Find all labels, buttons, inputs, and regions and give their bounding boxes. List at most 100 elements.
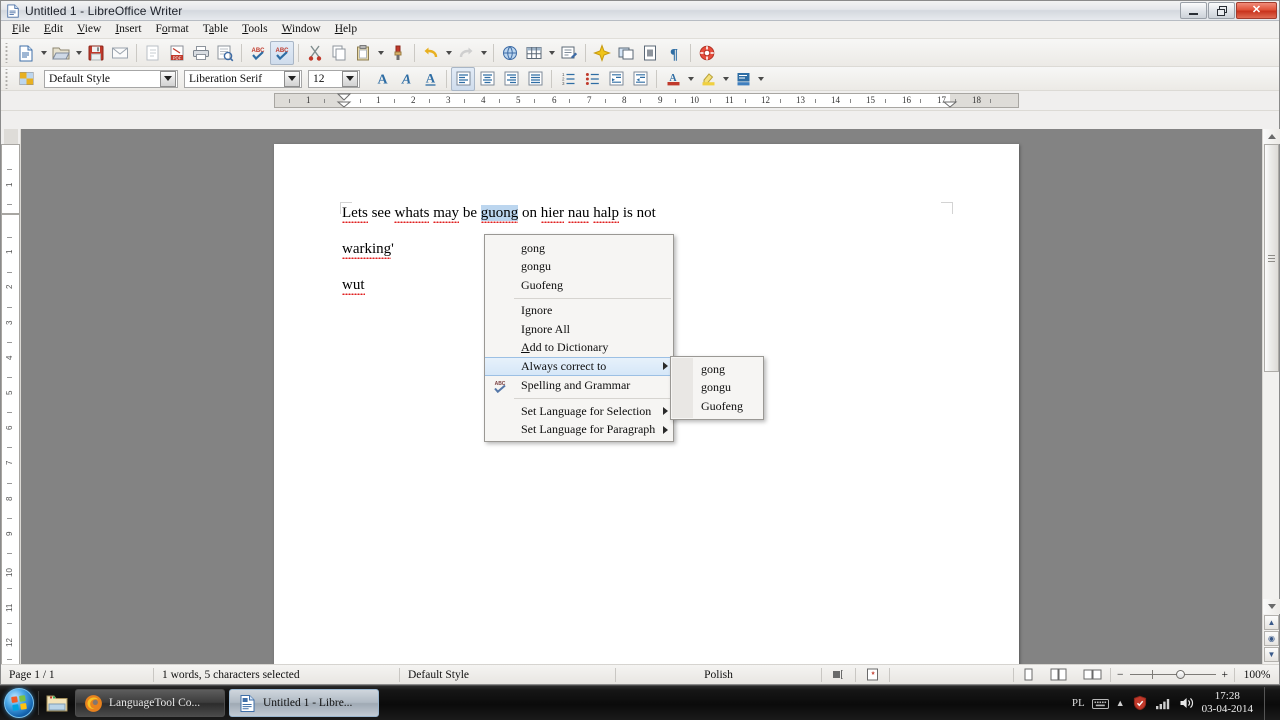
insert-table-dropdown[interactable] bbox=[546, 41, 557, 65]
keyboard-icon[interactable] bbox=[1091, 697, 1109, 710]
insert-hyperlink-button[interactable] bbox=[498, 41, 522, 65]
underline-button[interactable]: A bbox=[418, 67, 442, 91]
taskbar-item-languagetool[interactable]: LanguageTool Co... bbox=[75, 689, 225, 717]
selected-misspelled-word[interactable]: guong bbox=[480, 205, 519, 221]
scroll-down-button[interactable] bbox=[1263, 599, 1280, 614]
new-document-dropdown[interactable] bbox=[38, 41, 49, 65]
background-color-button[interactable] bbox=[731, 67, 755, 91]
previous-page-button[interactable]: ▲ bbox=[1264, 615, 1279, 630]
spelling-button[interactable]: ABC bbox=[246, 41, 270, 65]
suggestion-gongu[interactable]: gongu bbox=[485, 258, 673, 277]
formatting-marks-button[interactable]: ¶ bbox=[662, 41, 686, 65]
background-color-dropdown[interactable] bbox=[755, 67, 766, 91]
misspelled-word[interactable]: halp bbox=[593, 205, 619, 221]
horizontal-ruler[interactable]: 1 1 2 3 4 5 6 7 8 9 10 11 12 13 14 15 16… bbox=[1, 91, 1279, 111]
antivirus-icon[interactable] bbox=[1132, 695, 1148, 711]
insert-text-box-button[interactable] bbox=[557, 41, 581, 65]
menu-edit[interactable]: Edit bbox=[37, 21, 70, 38]
left-indent-marker[interactable] bbox=[336, 93, 352, 109]
menu-table[interactable]: Table bbox=[196, 21, 235, 38]
misspelled-word[interactable]: may bbox=[433, 205, 459, 221]
spellcheck-context-menu[interactable]: gong gongu Guofeng Ignore Ignore All Add… bbox=[484, 234, 674, 442]
zoom-out-button[interactable]: − bbox=[1117, 669, 1130, 681]
vertical-ruler[interactable]: 1 1 2 3 4 5 6 7 8 9 10 11 12 bbox=[1, 129, 21, 666]
minimize-button[interactable] bbox=[1180, 2, 1207, 19]
highlighting-color-button[interactable] bbox=[696, 67, 720, 91]
align-left-button[interactable] bbox=[451, 66, 475, 91]
font-size-dropdown-icon[interactable] bbox=[342, 70, 358, 87]
insert-frame-button[interactable] bbox=[614, 41, 638, 65]
submenu-suggestion-gongu[interactable]: gongu bbox=[671, 379, 763, 398]
font-name-dropdown-icon[interactable] bbox=[284, 70, 300, 87]
start-button[interactable] bbox=[4, 688, 34, 718]
edit-file-button[interactable] bbox=[141, 41, 165, 65]
add-to-dictionary-item[interactable]: Add to Dictionary bbox=[485, 339, 673, 358]
highlighting-color-dropdown[interactable] bbox=[720, 67, 731, 91]
status-language[interactable]: Polish bbox=[616, 665, 821, 684]
misspelled-word[interactable]: Lets bbox=[342, 205, 368, 221]
align-justified-button[interactable] bbox=[523, 67, 547, 91]
email-document-button[interactable] bbox=[108, 41, 132, 65]
font-name-combo[interactable]: Liberation Serif bbox=[184, 69, 302, 88]
vertical-scrollbar[interactable]: ▲ ◉ ▼ bbox=[1262, 129, 1280, 664]
zoom-track[interactable] bbox=[1129, 670, 1216, 679]
view-layout-single[interactable] bbox=[1014, 665, 1042, 684]
font-size-combo[interactable]: 12 bbox=[308, 69, 360, 88]
taskbar-item-writer[interactable]: Untitled 1 - Libre... bbox=[229, 689, 379, 717]
status-unsaved[interactable]: * bbox=[856, 665, 889, 684]
set-language-for-paragraph-item[interactable]: Set Language for Paragraph bbox=[485, 421, 673, 440]
paragraph-style-combo[interactable]: Default Style bbox=[44, 69, 178, 88]
tray-language-indicator[interactable]: PL bbox=[1072, 697, 1085, 709]
misspelled-word[interactable]: wut bbox=[342, 277, 365, 293]
menu-format[interactable]: Format bbox=[149, 21, 196, 38]
decrease-indent-button[interactable] bbox=[604, 67, 628, 91]
navigation-button[interactable]: ◉ bbox=[1264, 631, 1279, 646]
scrollbar-thumb[interactable] bbox=[1264, 144, 1279, 372]
menu-view[interactable]: View bbox=[70, 21, 108, 38]
zoom-level[interactable]: 100% bbox=[1235, 665, 1279, 684]
ignore-all-item[interactable]: Ignore All bbox=[485, 320, 673, 339]
insert-table-button[interactable] bbox=[522, 41, 546, 65]
menu-file[interactable]: File bbox=[5, 21, 37, 38]
save-document-button[interactable] bbox=[84, 41, 108, 65]
spelling-and-grammar-item[interactable]: ABC Spelling and Grammar bbox=[485, 377, 673, 396]
zoom-in-button[interactable]: + bbox=[1216, 669, 1229, 681]
cut-button[interactable] bbox=[303, 41, 327, 65]
copy-button[interactable] bbox=[327, 41, 351, 65]
submenu-suggestion-guofeng[interactable]: Guofeng bbox=[671, 397, 763, 416]
menu-tools[interactable]: Tools bbox=[235, 21, 274, 38]
tray-clock[interactable]: 17:28 03-04-2014 bbox=[1202, 690, 1253, 716]
new-document-button[interactable] bbox=[14, 41, 38, 65]
status-page-style[interactable]: Default Style bbox=[400, 665, 615, 684]
always-correct-to-submenu[interactable]: gong gongu Guofeng bbox=[670, 356, 764, 420]
open-document-button[interactable] bbox=[49, 41, 73, 65]
clone-formatting-button[interactable] bbox=[386, 41, 410, 65]
unordered-list-button[interactable] bbox=[580, 67, 604, 91]
network-signal-icon[interactable] bbox=[1155, 697, 1172, 710]
suggestion-guofeng[interactable]: Guofeng bbox=[485, 276, 673, 295]
undo-dropdown[interactable] bbox=[443, 41, 454, 65]
paragraph-style-button[interactable] bbox=[14, 67, 38, 91]
scroll-up-button[interactable] bbox=[1263, 129, 1280, 144]
misspelled-word[interactable]: nau bbox=[568, 205, 590, 221]
redo-button[interactable] bbox=[454, 41, 478, 65]
close-button[interactable]: ✕ bbox=[1236, 2, 1277, 19]
paste-button[interactable] bbox=[351, 41, 375, 65]
right-indent-marker[interactable] bbox=[942, 93, 958, 109]
open-document-dropdown[interactable] bbox=[73, 41, 84, 65]
align-right-button[interactable] bbox=[499, 67, 523, 91]
always-correct-to-item[interactable]: Always correct to bbox=[485, 357, 673, 376]
autospellcheck-button[interactable]: ABC bbox=[270, 40, 294, 65]
submenu-suggestion-gong[interactable]: gong bbox=[671, 360, 763, 379]
misspelled-word[interactable]: hier bbox=[541, 205, 564, 221]
status-selection[interactable]: 1 words, 5 characters selected bbox=[154, 665, 399, 684]
italic-button[interactable]: A bbox=[394, 67, 418, 91]
view-layout-multi[interactable] bbox=[1042, 665, 1075, 684]
menu-window[interactable]: Window bbox=[275, 21, 328, 38]
paragraph-style-dropdown-icon[interactable] bbox=[160, 70, 176, 87]
suggestion-gong[interactable]: gong bbox=[485, 239, 673, 258]
speaker-icon[interactable] bbox=[1179, 696, 1195, 710]
misspelled-word[interactable]: whats bbox=[394, 205, 429, 221]
export-pdf-button[interactable]: PDF bbox=[165, 41, 189, 65]
next-page-button[interactable]: ▼ bbox=[1264, 647, 1279, 662]
